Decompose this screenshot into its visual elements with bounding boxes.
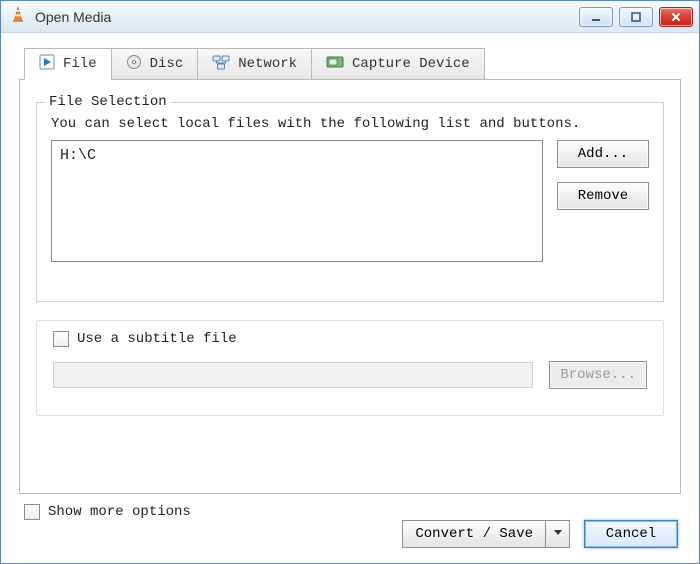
file-selection-group: File Selection You can select local file… — [36, 94, 664, 302]
window-buttons — [579, 7, 693, 27]
show-more-options-label: Show more options — [48, 504, 191, 520]
dialog-footer: Convert / Save Cancel — [402, 520, 678, 548]
use-subtitle-checkbox[interactable]: Use a subtitle file — [53, 331, 647, 347]
tab-capture[interactable]: Capture Device — [311, 48, 485, 80]
disc-icon — [126, 54, 142, 75]
add-button[interactable]: Add... — [557, 140, 649, 168]
cancel-button[interactable]: Cancel — [584, 520, 678, 548]
use-subtitle-label: Use a subtitle file — [77, 331, 237, 347]
tab-file-label: File — [63, 56, 97, 72]
file-selection-legend: File Selection — [45, 94, 171, 110]
tab-disc[interactable]: Disc — [111, 48, 199, 80]
client-area: File Disc — [2, 34, 698, 562]
convert-save-split-button: Convert / Save — [402, 520, 570, 548]
browse-subtitle-button: Browse... — [549, 361, 647, 389]
close-button[interactable] — [659, 7, 693, 27]
window-title: Open Media — [35, 9, 579, 25]
tab-network[interactable]: Network — [197, 48, 312, 80]
tab-strip: File Disc — [24, 48, 485, 80]
subtitle-group: Use a subtitle file Browse... — [36, 320, 664, 416]
convert-save-button[interactable]: Convert / Save — [402, 520, 546, 548]
tab-network-label: Network — [238, 56, 297, 72]
tab-panel-file: File Selection You can select local file… — [19, 79, 681, 494]
network-icon — [212, 54, 230, 75]
tab-disc-label: Disc — [150, 56, 184, 72]
titlebar: Open Media — [1, 1, 699, 33]
checkbox-icon — [53, 331, 69, 347]
remove-button[interactable]: Remove — [557, 182, 649, 210]
chevron-down-icon — [553, 526, 563, 542]
file-selection-helper: You can select local files with the foll… — [51, 116, 649, 132]
tab-capture-label: Capture Device — [352, 56, 470, 72]
convert-save-dropdown[interactable] — [546, 520, 570, 548]
checkbox-icon — [24, 504, 40, 520]
file-list[interactable]: H:\C — [51, 140, 543, 262]
open-media-window: Open Media File — [0, 0, 700, 564]
minimize-button[interactable] — [579, 7, 613, 27]
tab-file[interactable]: File — [24, 48, 112, 80]
maximize-button[interactable] — [619, 7, 653, 27]
file-list-item[interactable]: H:\C — [60, 147, 534, 164]
show-more-options-checkbox[interactable]: Show more options — [24, 504, 191, 520]
capture-device-icon — [326, 54, 344, 75]
subtitle-path-input — [53, 362, 533, 388]
vlc-cone-icon — [9, 5, 27, 28]
file-play-icon — [39, 54, 55, 75]
